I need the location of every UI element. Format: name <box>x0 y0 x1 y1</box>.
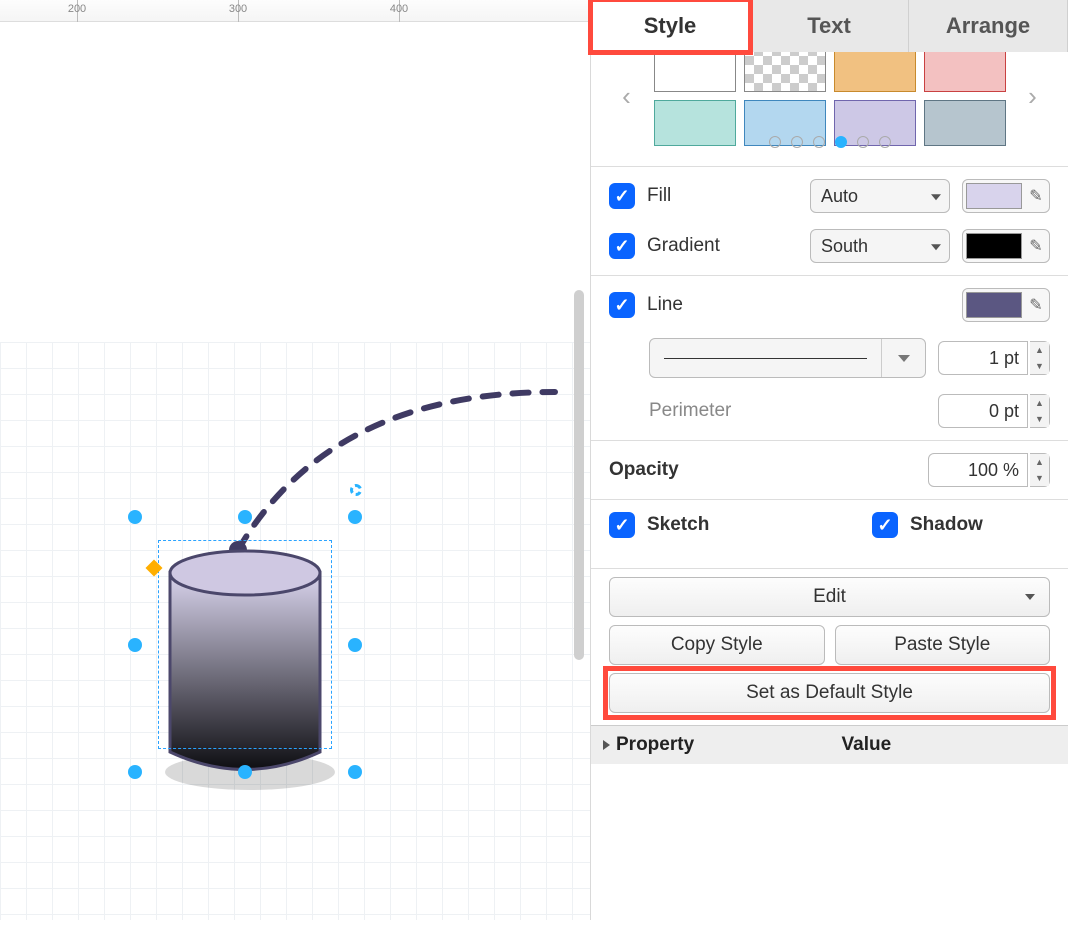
eyedropper-icon[interactable]: ✎ <box>1026 295 1046 315</box>
property-table-header: Property Value <box>591 725 1068 764</box>
tab-arrange[interactable]: Arrange <box>909 0 1068 52</box>
ruler-tick-label: 300 <box>229 3 247 15</box>
chevron-down-icon <box>881 339 925 377</box>
swatch[interactable] <box>654 46 736 92</box>
gradient-direction-select[interactable]: South <box>810 229 950 263</box>
swatch[interactable] <box>654 100 736 146</box>
panel-tabs: Style Text Arrange <box>591 0 1068 52</box>
fill-mode-select[interactable]: Auto <box>810 179 950 213</box>
pager-dot-active[interactable] <box>835 136 847 148</box>
resize-handle-tl[interactable] <box>128 510 142 524</box>
property-header-cell: Property <box>591 726 830 764</box>
connector-edge[interactable] <box>238 392 555 550</box>
pager-dot[interactable] <box>769 136 781 148</box>
gradient-color-picker[interactable]: ✎ <box>962 229 1050 263</box>
line-color-swatch <box>966 292 1022 318</box>
edit-button-label: Edit <box>813 586 846 608</box>
ruler-horizontal: 200 300 400 <box>0 0 590 22</box>
gradient-label: Gradient <box>647 235 798 257</box>
perimeter-stepper[interactable]: ▲▼ <box>1030 394 1050 428</box>
canvas-blank-area[interactable] <box>0 22 590 342</box>
scrollbar-vertical[interactable] <box>574 290 584 660</box>
eyedropper-icon[interactable]: ✎ <box>1026 236 1046 256</box>
tab-style[interactable]: Style <box>591 0 750 52</box>
resize-handle-mr[interactable] <box>348 638 362 652</box>
resize-handle-ml[interactable] <box>128 638 142 652</box>
disclosure-triangle-icon[interactable] <box>603 740 610 750</box>
value-header-cell: Value <box>830 726 1068 764</box>
canvas-area[interactable]: 200 300 400 <box>0 0 590 920</box>
line-color-picker[interactable]: ✎ <box>962 288 1050 322</box>
fill-label: Fill <box>647 185 798 207</box>
ruler-tick-label: 400 <box>390 3 408 15</box>
fill-checkbox[interactable]: ✓ <box>609 183 635 209</box>
copy-style-button[interactable]: Copy Style <box>609 625 825 665</box>
palette-prev-icon[interactable]: ‹ <box>610 81 644 112</box>
swatch[interactable] <box>834 46 916 92</box>
pager-dot[interactable] <box>791 136 803 148</box>
sketch-shadow-row: ✓ Sketch ✓ Shadow <box>591 504 1068 546</box>
eyedropper-icon[interactable]: ✎ <box>1026 186 1046 206</box>
resize-handle-tm[interactable] <box>238 510 252 524</box>
line-width-input[interactable]: 1 pt <box>938 341 1028 375</box>
resize-handle-br[interactable] <box>348 765 362 779</box>
chevron-down-icon <box>1025 594 1035 600</box>
gradient-checkbox[interactable]: ✓ <box>609 233 635 259</box>
sketch-label: Sketch <box>647 514 767 536</box>
swatch[interactable] <box>924 46 1006 92</box>
selection-bounds <box>158 540 332 749</box>
set-default-style-button[interactable]: Set as Default Style <box>609 673 1050 713</box>
opacity-stepper[interactable]: ▲▼ <box>1030 453 1050 487</box>
fill-color-swatch <box>966 183 1022 209</box>
fill-row: ✓ Fill Auto ✎ <box>591 171 1068 221</box>
opacity-label: Opacity <box>609 459 916 481</box>
perimeter-label: Perimeter <box>649 400 926 422</box>
line-row: ✓ Line ✎ <box>591 280 1068 330</box>
pager-dot[interactable] <box>813 136 825 148</box>
rotate-handle[interactable] <box>350 484 362 496</box>
edit-style-select[interactable]: Edit <box>609 577 1050 617</box>
fill-color-picker[interactable]: ✎ <box>962 179 1050 213</box>
gradient-color-swatch <box>966 233 1022 259</box>
line-checkbox[interactable]: ✓ <box>609 292 635 318</box>
swatch-none[interactable] <box>744 46 826 92</box>
palette-next-icon[interactable]: › <box>1016 81 1050 112</box>
color-palette-row: ‹ › <box>591 66 1068 126</box>
canvas-grid-area[interactable] <box>0 342 590 920</box>
pager-dot[interactable] <box>879 136 891 148</box>
line-label: Line <box>647 294 793 316</box>
tab-text[interactable]: Text <box>750 0 909 52</box>
line-style-select[interactable] <box>649 338 926 378</box>
opacity-input[interactable]: 100 % <box>928 453 1028 487</box>
opacity-row: Opacity 100 % ▲▼ <box>591 445 1068 495</box>
sketch-checkbox[interactable]: ✓ <box>609 512 635 538</box>
perimeter-input[interactable]: 0 pt <box>938 394 1028 428</box>
line-width-stepper[interactable]: ▲▼ <box>1030 341 1050 375</box>
resize-handle-bl[interactable] <box>128 765 142 779</box>
line-style-row: 1 pt ▲▼ <box>591 330 1068 386</box>
shadow-checkbox[interactable]: ✓ <box>872 512 898 538</box>
gradient-row: ✓ Gradient South ✎ <box>591 221 1068 271</box>
format-panel: Style Text Arrange ‹ <box>590 0 1068 920</box>
shadow-label: Shadow <box>910 514 1050 536</box>
perimeter-row: Perimeter 0 pt ▲▼ <box>591 386 1068 436</box>
ruler-tick-label: 200 <box>68 3 86 15</box>
paste-style-button[interactable]: Paste Style <box>835 625 1051 665</box>
resize-handle-tr[interactable] <box>348 510 362 524</box>
swatch[interactable] <box>924 100 1006 146</box>
resize-handle-bm[interactable] <box>238 765 252 779</box>
selection-overlay <box>150 532 340 757</box>
pager-dot[interactable] <box>857 136 869 148</box>
